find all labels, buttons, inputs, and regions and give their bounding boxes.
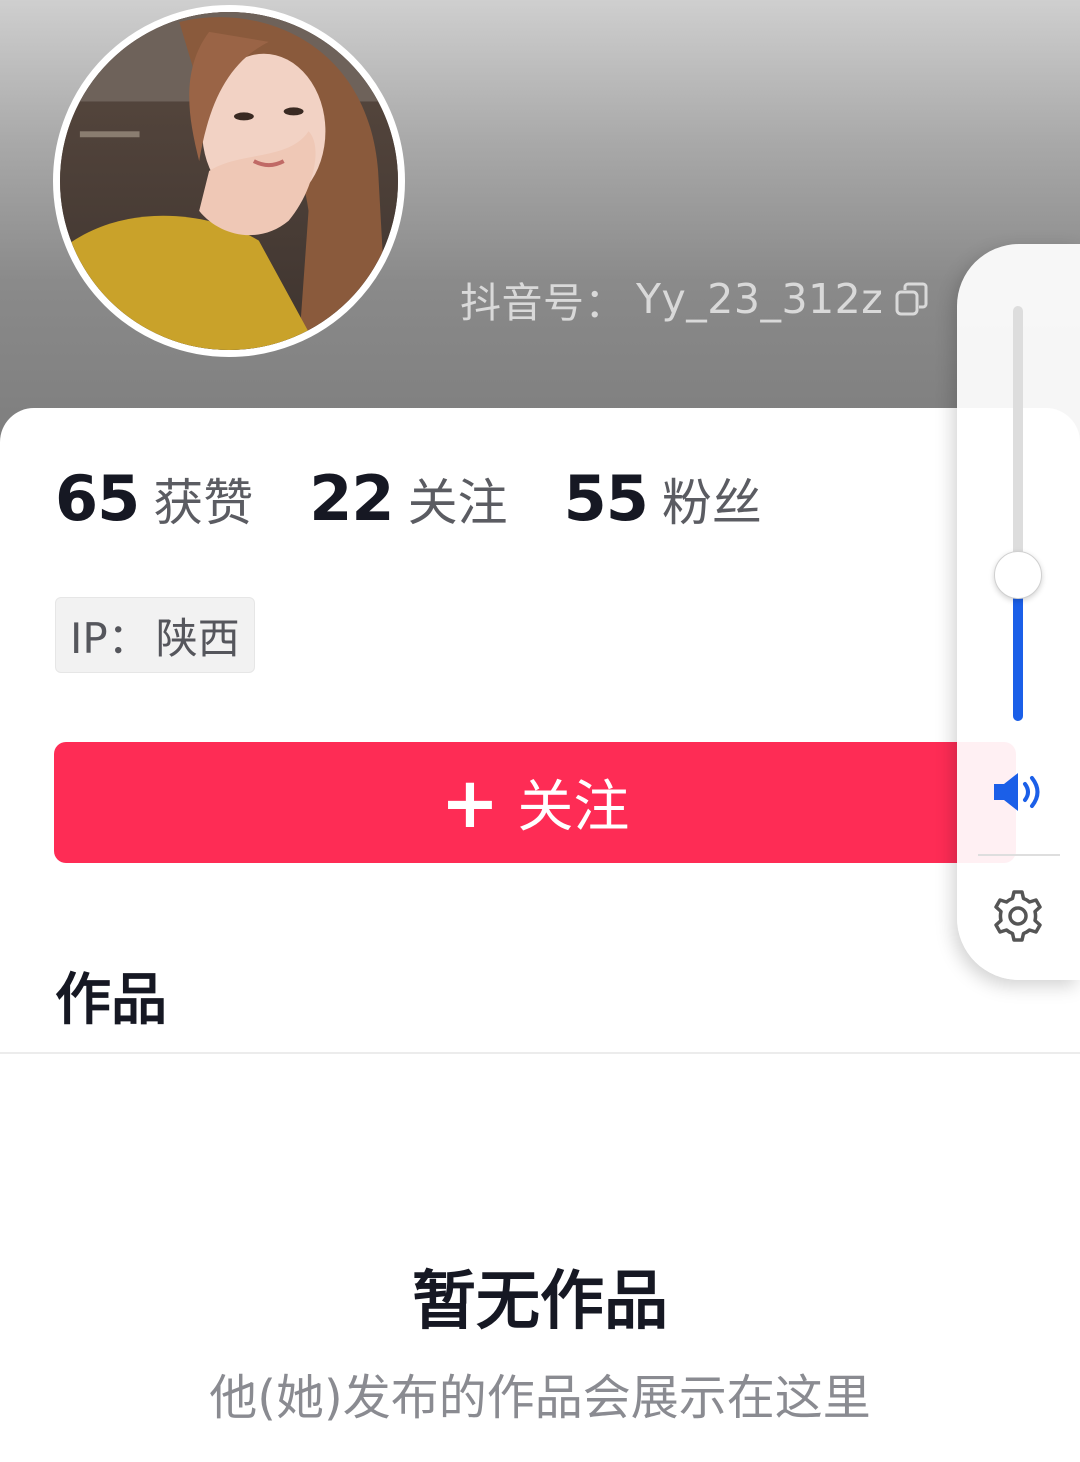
speaker-icon[interactable] [992, 770, 1046, 814]
douyin-id[interactable]: 抖音号： Yy_23_312z [460, 274, 931, 327]
followers-count: 55 [563, 462, 649, 535]
likes-label: 获赞 [153, 474, 254, 532]
profile-stats: 65 获赞 22 关注 55 粉丝 [55, 462, 818, 535]
ip-location: 陕西 [155, 613, 240, 663]
douyin-id-value: Yy_23_312z [636, 275, 884, 323]
stat-likes[interactable]: 65 获赞 [55, 462, 253, 535]
follow-button[interactable]: + 关注 [54, 742, 1016, 863]
following-count: 22 [309, 462, 394, 535]
follow-button-label: 关注 [517, 775, 630, 840]
volume-panel-divider [978, 854, 1060, 856]
profile-screen: 抖音号： Yy_23_312z 65 获赞 22 关注 55 粉丝 IP： 陕西… [0, 0, 1080, 1462]
gear-icon[interactable] [990, 888, 1046, 944]
avatar[interactable] [53, 5, 405, 357]
followers-label: 粉丝 [661, 474, 762, 532]
likes-count: 65 [55, 462, 140, 535]
following-label: 关注 [407, 474, 508, 532]
ip-label: IP： [70, 613, 150, 663]
volume-slider-thumb[interactable] [994, 551, 1042, 599]
empty-state-subtitle: 他(她)发布的作品会展示在这里 [209, 1370, 871, 1426]
plus-icon: + [440, 761, 500, 844]
copy-icon[interactable] [893, 280, 931, 318]
stat-followers[interactable]: 55 粉丝 [564, 462, 762, 535]
stat-following[interactable]: 22 关注 [309, 462, 507, 535]
ip-location-tag: IP： 陕西 [55, 597, 255, 673]
avatar-photo [60, 12, 398, 350]
tab-works[interactable]: 作品 [55, 955, 167, 1036]
empty-state-title: 暂无作品 [412, 1265, 668, 1339]
douyin-id-label: 抖音号： [460, 279, 626, 327]
tab-divider [0, 1052, 1080, 1054]
